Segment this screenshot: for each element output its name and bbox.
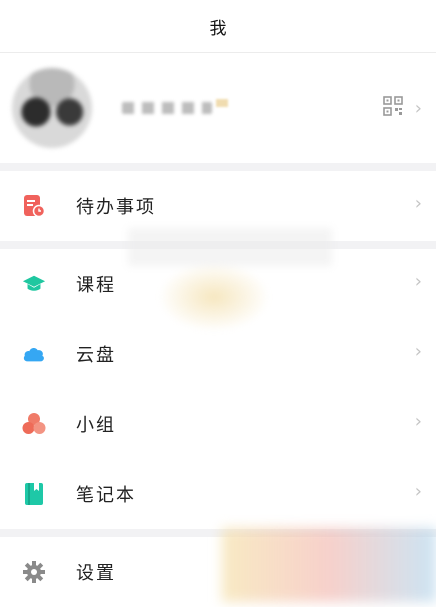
menu-item-label: 小组 <box>76 415 116 436</box>
chevron-right-icon: › <box>414 97 422 119</box>
blurred-overlay <box>128 228 332 266</box>
menu-item-label: 课程 <box>76 275 116 296</box>
gear-icon <box>22 560 46 584</box>
menu-item-label: 笔记本 <box>76 485 136 506</box>
notebook-icon <box>22 482 46 506</box>
blurred-overlay <box>222 528 436 602</box>
menu-item-notebook[interactable]: 笔记本 › <box>0 459 436 529</box>
section-divider <box>0 163 436 171</box>
menu-item-group[interactable]: 小组 › <box>0 389 436 459</box>
qr-code-icon[interactable] <box>382 96 403 120</box>
cloud-icon <box>22 342 46 366</box>
top-nav-bar: 我 <box>0 0 436 53</box>
profile-badge-blurred <box>216 99 228 107</box>
graduation-cap-icon <box>22 272 46 296</box>
profile-name-blurred <box>122 102 212 114</box>
todo-icon <box>22 194 46 218</box>
menu-item-label: 设置 <box>76 563 116 584</box>
chevron-right-icon: › <box>414 411 422 432</box>
chevron-right-icon: › <box>414 481 422 502</box>
blurred-overlay <box>158 262 270 332</box>
page-title: 我 <box>209 18 227 39</box>
chevron-right-icon: › <box>414 271 422 292</box>
chevron-right-icon: › <box>414 341 422 362</box>
group-icon <box>22 412 46 436</box>
chevron-right-icon: › <box>414 193 422 214</box>
avatar[interactable] <box>12 68 92 148</box>
menu-item-label: 云盘 <box>76 345 116 366</box>
profile-right-controls[interactable]: › <box>382 53 422 163</box>
menu-item-label: 待办事项 <box>76 197 156 218</box>
profile-card[interactable]: › <box>0 53 436 163</box>
